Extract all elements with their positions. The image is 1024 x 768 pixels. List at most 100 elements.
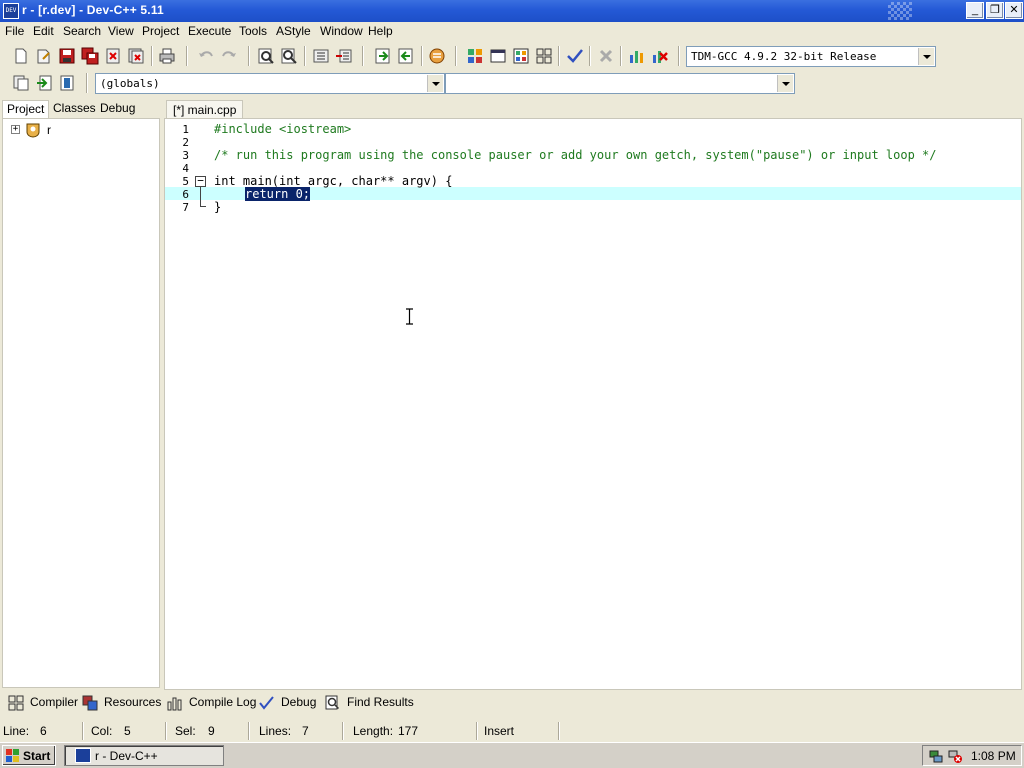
clock: 1:08 PM [971, 749, 1016, 763]
find-icon[interactable] [257, 47, 275, 65]
toolbar-separator [678, 46, 679, 66]
tab-project[interactable]: Project [2, 100, 50, 118]
tree-expander[interactable]: + [11, 125, 20, 134]
status-divider [558, 722, 559, 740]
tree-root-label[interactable]: r [47, 123, 51, 137]
fold-collapse-icon[interactable]: − [195, 175, 206, 187]
tab-classes[interactable]: Classes [49, 100, 100, 118]
menu-tools[interactable]: Tools [239, 24, 267, 38]
menu-search[interactable]: Search [63, 24, 101, 38]
undo-icon[interactable] [197, 47, 215, 65]
bookmark-icon[interactable] [428, 47, 446, 65]
menu-astyle[interactable]: AStyle [276, 24, 311, 38]
tab-debug[interactable]: Debug [96, 100, 139, 118]
connection-status-icon[interactable] [947, 748, 963, 764]
line-number: 6 [182, 188, 189, 201]
tab-resources[interactable]: Resources [104, 695, 161, 713]
status-col-label: Col: [91, 724, 113, 738]
start-button[interactable]: Start [2, 745, 56, 766]
menu-edit[interactable]: Edit [33, 24, 54, 38]
indent-icon[interactable] [312, 47, 330, 65]
code-editor[interactable]: 1 2 3 4 5 6 7 − #include <iostream> /* r… [164, 118, 1022, 690]
project-tree[interactable]: + r [2, 118, 160, 688]
minimize-button[interactable]: _ [966, 2, 984, 19]
title-bar[interactable]: DEV r - [r.dev] - Dev-C++ 5.11 _ ❐ ✕ [0, 0, 1024, 22]
menu-window[interactable]: Window [320, 24, 363, 38]
run-icon[interactable] [489, 47, 507, 65]
resources-icon [82, 695, 98, 711]
network-icon[interactable] [928, 748, 944, 764]
member-select[interactable] [445, 73, 795, 94]
code-line-5[interactable]: int main(int argc, char** argv) { [214, 174, 452, 188]
rebuild-all-icon[interactable] [535, 47, 553, 65]
code-line-3[interactable]: /* run this program using the console pa… [214, 148, 936, 162]
close-button[interactable]: ✕ [1005, 2, 1023, 19]
close-file-icon[interactable] [104, 47, 122, 65]
text-cursor-icon [406, 308, 413, 325]
menu-bar: File Edit Search View Project Execute To… [0, 22, 1024, 41]
menu-file[interactable]: File [5, 24, 24, 38]
delete-profile-icon[interactable] [651, 47, 669, 65]
code-line-1[interactable]: #include <iostream> [214, 122, 351, 136]
toolbar-separator [620, 46, 621, 66]
taskbar-item-devcpp[interactable]: r - Dev-C++ [64, 745, 224, 766]
toolbar-separator [248, 46, 249, 66]
goto-line-icon[interactable] [374, 47, 392, 65]
compile-log-icon [167, 697, 182, 711]
status-divider [165, 722, 166, 740]
toolbar-separator [589, 46, 590, 66]
redo-icon[interactable] [220, 47, 238, 65]
compile-icon[interactable] [466, 47, 484, 65]
tab-find-results[interactable]: Find Results [347, 695, 414, 713]
devcpp-app-icon [75, 748, 91, 763]
new-file-icon[interactable] [12, 47, 30, 65]
toolbar-separator [455, 46, 456, 66]
compile-run-icon[interactable] [512, 47, 530, 65]
open-project-icon[interactable] [35, 47, 53, 65]
selected-text: return 0; [245, 187, 311, 201]
syntax-check-icon[interactable] [566, 47, 584, 65]
menu-execute[interactable]: Execute [188, 24, 231, 38]
close-all-icon[interactable] [127, 47, 145, 65]
status-line-label: Line: [3, 724, 30, 738]
chevron-down-icon[interactable] [777, 75, 793, 92]
toolbar-separator [304, 46, 305, 66]
tab-compile-log[interactable]: Compile Log [189, 695, 256, 713]
menu-help[interactable]: Help [368, 24, 393, 38]
status-lines-label: Lines: [259, 724, 292, 738]
project-icon [26, 123, 40, 138]
menu-view[interactable]: View [108, 24, 134, 38]
tab-debug-output[interactable]: Debug [281, 695, 316, 713]
save-icon[interactable] [58, 47, 76, 65]
toolbar-separator [186, 46, 187, 66]
chevron-down-icon[interactable] [918, 48, 934, 65]
windows-logo-icon [6, 749, 19, 762]
app-icon[interactable]: DEV [3, 3, 19, 19]
menu-project[interactable]: Project [142, 24, 179, 38]
fold-line-end [200, 206, 206, 207]
status-divider [476, 722, 477, 740]
save-all-icon[interactable] [81, 47, 99, 65]
restore-button[interactable]: ❐ [986, 2, 1004, 19]
scope-select[interactable]: (globals) [95, 73, 445, 94]
chevron-down-icon[interactable] [427, 75, 443, 92]
profile-icon[interactable] [628, 47, 646, 65]
line-number: 3 [182, 149, 189, 162]
stop-execution-icon[interactable] [597, 47, 615, 65]
compiler-select[interactable]: TDM-GCC 4.9.2 32-bit Release [686, 46, 936, 67]
project-options-icon[interactable] [12, 74, 30, 92]
status-length-label: Length: [353, 724, 394, 738]
print-icon[interactable] [158, 47, 176, 65]
replace-icon[interactable] [280, 47, 298, 65]
status-length-value: 177 [398, 724, 419, 738]
goto-function-icon[interactable] [397, 47, 415, 65]
add-to-project-icon[interactable] [35, 74, 53, 92]
tab-main-cpp[interactable]: [*] main.cpp [166, 100, 244, 118]
unindent-icon[interactable] [335, 47, 353, 65]
tab-compiler[interactable]: Compiler [30, 695, 78, 713]
status-lines-value: 7 [302, 724, 309, 738]
debug-check-icon [259, 696, 274, 710]
code-line-6[interactable]: return 0; [245, 187, 311, 201]
code-line-7[interactable]: } [214, 200, 221, 214]
remove-from-project-icon[interactable] [58, 74, 76, 92]
